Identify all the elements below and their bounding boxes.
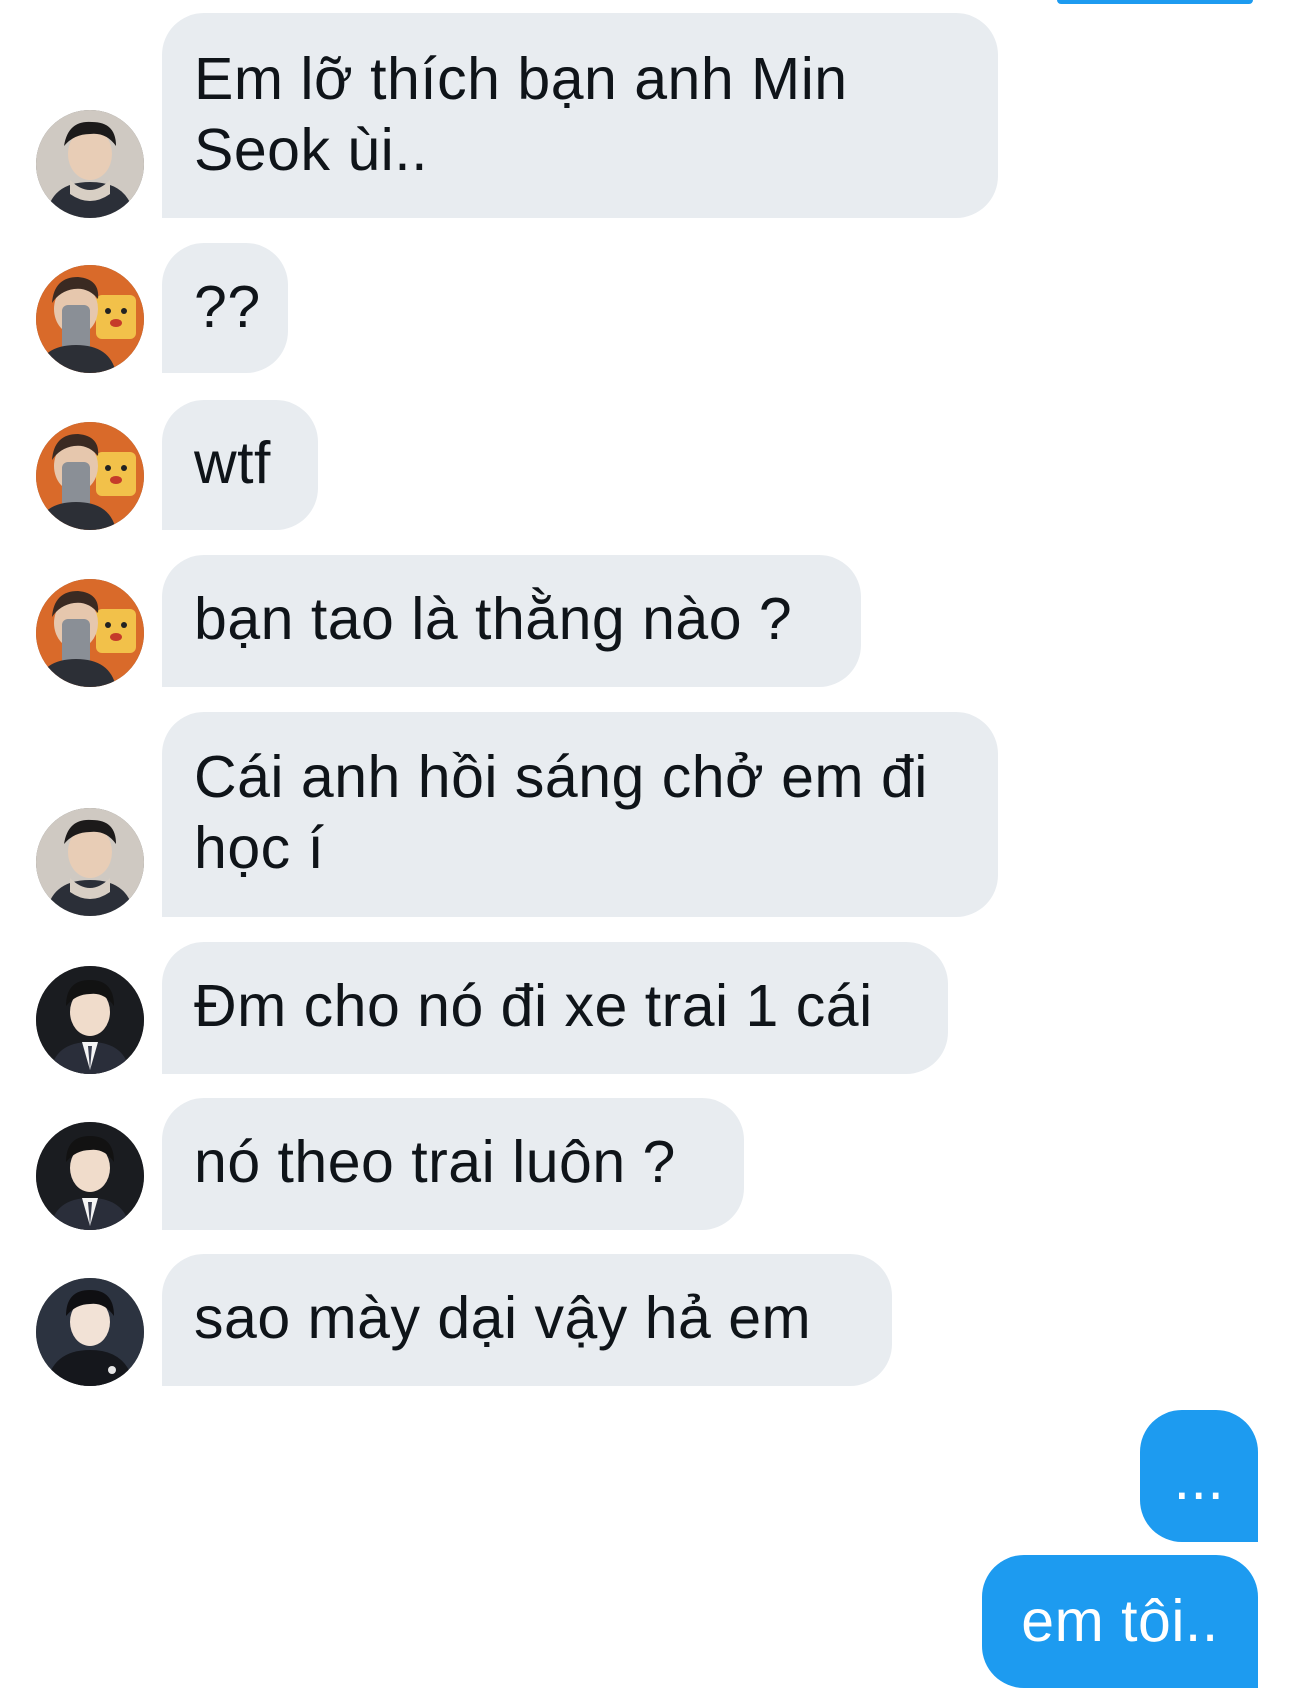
message-row: nó theo trai luôn ? xyxy=(0,1098,1290,1233)
message-text: Đm cho nó đi xe trai 1 cái xyxy=(194,973,873,1039)
message-bubble[interactable]: nó theo trai luôn ? xyxy=(162,1098,744,1230)
message-bubble[interactable]: Cái anh hồi sáng chở em đi học í xyxy=(162,712,998,917)
message-text: học í xyxy=(194,815,325,881)
message-bubble[interactable]: Em lỡ thích bạn anh Min Seok ùi.. xyxy=(162,13,998,218)
message-text: em tôi.. xyxy=(1021,1588,1219,1654)
message-text: nó theo trai luôn ? xyxy=(194,1129,676,1195)
message-row: bạn tao là thằng nào ? xyxy=(0,555,1290,690)
avatar-boy-scarf-icon[interactable] xyxy=(36,110,144,218)
message-bubble[interactable]: ?? xyxy=(162,243,288,373)
message-bubble-outgoing[interactable]: ... xyxy=(1140,1410,1258,1542)
message-text: ?? xyxy=(194,274,261,340)
message-row: wtf xyxy=(0,398,1290,533)
message-bubble[interactable]: sao mày dại vậy hả em xyxy=(162,1254,892,1386)
message-row: sao mày dại vậy hả em xyxy=(0,1254,1290,1389)
message-text: Seok ùi.. xyxy=(194,117,429,183)
avatar-boy-dark-icon[interactable] xyxy=(36,1278,144,1386)
avatar-boy-suit-icon[interactable] xyxy=(36,1122,144,1230)
message-row: Em lỡ thích bạn anh Min Seok ùi.. xyxy=(0,0,1290,220)
message-bubble[interactable]: wtf xyxy=(162,400,318,530)
message-text: sao mày dại vậy hả em xyxy=(194,1285,812,1351)
avatar-boy-phone-icon[interactable] xyxy=(36,579,144,687)
message-text: Cái anh hồi sáng chở em đi xyxy=(194,744,928,810)
message-row-outgoing: ... xyxy=(0,1410,1290,1545)
avatar-boy-scarf-icon[interactable] xyxy=(36,808,144,916)
message-row: Đm cho nó đi xe trai 1 cái xyxy=(0,942,1290,1077)
message-row: Cái anh hồi sáng chở em đi học í xyxy=(0,712,1290,922)
message-row-outgoing: em tôi.. xyxy=(0,1555,1290,1690)
message-bubble-outgoing[interactable]: em tôi.. xyxy=(982,1555,1258,1688)
avatar-boy-suit-icon[interactable] xyxy=(36,966,144,1074)
message-text: wtf xyxy=(194,430,271,496)
chat-thread: Em lỡ thích bạn anh Min Seok ùi.. ?? wtf… xyxy=(0,0,1290,1693)
message-text: bạn tao là thằng nào ? xyxy=(194,586,793,652)
message-bubble[interactable]: Đm cho nó đi xe trai 1 cái xyxy=(162,942,948,1074)
avatar-boy-phone-icon[interactable] xyxy=(36,422,144,530)
message-row: ?? xyxy=(0,240,1290,375)
message-bubble[interactable]: bạn tao là thằng nào ? xyxy=(162,555,861,687)
avatar-boy-phone-icon[interactable] xyxy=(36,265,144,373)
message-text: ... xyxy=(1173,1446,1225,1512)
message-text: Em lỡ thích bạn anh Min xyxy=(194,46,848,112)
